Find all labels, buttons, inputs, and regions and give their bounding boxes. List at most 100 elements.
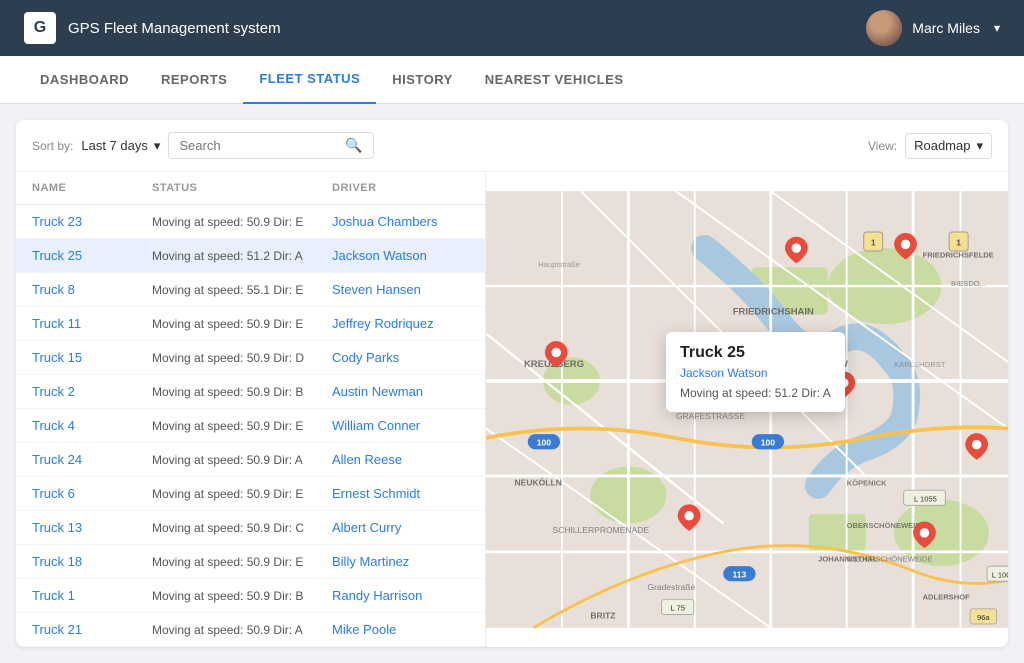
tooltip-driver-name: Jackson Watson <box>680 366 831 380</box>
sort-value: Last 7 days <box>81 138 148 153</box>
cell-truck-name: Truck 1 <box>32 588 152 603</box>
fleet-status-card: Sort by: Last 7 days ▾ 🔍 View: Roadmap ▾ <box>16 120 1008 647</box>
svg-text:FRIEDRICHSFELDE: FRIEDRICHSFELDE <box>923 251 994 260</box>
cell-driver: Albert Curry <box>332 520 469 535</box>
user-menu-chevron-icon[interactable]: ▾ <box>994 21 1000 35</box>
svg-text:L 75: L 75 <box>670 604 684 613</box>
svg-text:L 1055: L 1055 <box>914 495 937 504</box>
cell-truck-name: Truck 11 <box>32 316 152 331</box>
cell-status: Moving at speed: 50.9 Dir: A <box>152 623 332 637</box>
nav-item-history[interactable]: HISTORY <box>376 56 469 104</box>
svg-text:113: 113 <box>733 569 747 579</box>
nav-item-fleet-status[interactable]: FLEET STATUS <box>243 56 376 104</box>
nav-item-nearest-vehicles[interactable]: NEAREST VEHICLES <box>469 56 640 104</box>
cell-status: Moving at speed: 50.9 Dir: B <box>152 385 332 399</box>
app-title: GPS Fleet Management system <box>68 20 281 37</box>
sort-label: Sort by: <box>32 139 73 153</box>
table-row[interactable]: Truck 4 Moving at speed: 50.9 Dir: E Wil… <box>16 409 485 443</box>
cell-driver: William Conner <box>332 418 469 433</box>
cell-status: Moving at speed: 55.1 Dir: E <box>152 283 332 297</box>
svg-text:1: 1 <box>871 237 876 247</box>
cell-truck-name: Truck 8 <box>32 282 152 297</box>
avatar <box>866 10 902 46</box>
tooltip-status: Moving at speed: 51.2 Dir: A <box>680 386 831 400</box>
cell-truck-name: Truck 24 <box>32 452 152 467</box>
header: G GPS Fleet Management system Marc Miles… <box>0 0 1024 56</box>
svg-text:KÖPENICK: KÖPENICK <box>847 478 888 487</box>
header-left: G GPS Fleet Management system <box>24 12 281 44</box>
svg-text:NEUKÖLLN: NEUKÖLLN <box>514 477 561 487</box>
table-body: Truck 23 Moving at speed: 50.9 Dir: E Jo… <box>16 205 485 647</box>
table-row[interactable]: Truck 11 Moving at speed: 50.9 Dir: E Je… <box>16 307 485 341</box>
table-row[interactable]: Truck 21 Moving at speed: 50.9 Dir: A Mi… <box>16 613 485 647</box>
cell-status: Moving at speed: 51.2 Dir: A <box>152 249 332 263</box>
cell-driver: Joshua Chambers <box>332 214 469 229</box>
svg-text:SCHILLERPROMENADE: SCHILLERPROMENADE <box>552 525 649 535</box>
table-row[interactable]: Truck 2 Moving at speed: 50.9 Dir: B Aus… <box>16 375 485 409</box>
cell-driver: Steven Hansen <box>332 282 469 297</box>
cell-truck-name: Truck 6 <box>32 486 152 501</box>
cell-driver: Randy Harrison <box>332 588 469 603</box>
table-row[interactable]: Truck 23 Moving at speed: 50.9 Dir: E Jo… <box>16 205 485 239</box>
table-row[interactable]: Truck 15 Moving at speed: 50.9 Dir: D Co… <box>16 341 485 375</box>
cell-driver: Jeffrey Rodriquez <box>332 316 469 331</box>
main-content: Sort by: Last 7 days ▾ 🔍 View: Roadmap ▾ <box>0 104 1024 663</box>
svg-text:Gradestraße: Gradestraße <box>647 582 695 592</box>
map-container[interactable]: 100 100 L 1076 L 1055 L 1000 113 <box>486 172 1008 647</box>
table-row[interactable]: Truck 24 Moving at speed: 50.9 Dir: A Al… <box>16 443 485 477</box>
cell-status: Moving at speed: 50.9 Dir: A <box>152 453 332 467</box>
map-section: 100 100 L 1076 L 1055 L 1000 113 <box>486 172 1008 647</box>
table-row[interactable]: Truck 13 Moving at speed: 50.9 Dir: C Al… <box>16 511 485 545</box>
svg-text:Hauptstraße: Hauptstraße <box>538 260 580 269</box>
cell-truck-name: Truck 13 <box>32 520 152 535</box>
toolbar-left: Sort by: Last 7 days ▾ 🔍 <box>32 132 374 159</box>
cell-status: Moving at speed: 50.9 Dir: E <box>152 555 332 569</box>
table-row[interactable]: Truck 6 Moving at speed: 50.9 Dir: E Ern… <box>16 477 485 511</box>
cell-driver: Allen Reese <box>332 452 469 467</box>
cell-status: Moving at speed: 50.9 Dir: D <box>152 351 332 365</box>
table-row[interactable]: Truck 1 Moving at speed: 50.9 Dir: B Ran… <box>16 579 485 613</box>
app-logo: G <box>24 12 56 44</box>
header-right: Marc Miles ▾ <box>866 10 1000 46</box>
table-row[interactable]: Truck 25 Moving at speed: 51.2 Dir: A Ja… <box>16 239 485 273</box>
cell-truck-name: Truck 21 <box>32 622 152 637</box>
cell-status: Moving at speed: 50.9 Dir: C <box>152 521 332 535</box>
table-row[interactable]: Truck 18 Moving at speed: 50.9 Dir: E Bi… <box>16 545 485 579</box>
tooltip-truck-name: Truck 25 <box>680 344 831 362</box>
col-header-driver: DRIVER <box>332 182 469 194</box>
svg-text:BRITZ: BRITZ <box>590 610 615 620</box>
col-header-name: NAME <box>32 182 152 194</box>
toolbar: Sort by: Last 7 days ▾ 🔍 View: Roadmap ▾ <box>16 120 1008 172</box>
user-name: Marc Miles <box>912 20 980 36</box>
cell-truck-name: Truck 25 <box>32 248 152 263</box>
search-box[interactable]: 🔍 <box>168 132 373 159</box>
svg-text:FRIEDRICHSHAIN: FRIEDRICHSHAIN <box>733 307 814 318</box>
table-header: NAME STATUS DRIVER <box>16 172 485 205</box>
cell-truck-name: Truck 4 <box>32 418 152 433</box>
svg-text:KARLSHORST: KARLSHORST <box>894 360 946 369</box>
svg-text:NIEDERSCHÖNEWEIDE: NIEDERSCHÖNEWEIDE <box>847 554 933 563</box>
cell-status: Moving at speed: 50.9 Dir: E <box>152 215 332 229</box>
cell-driver: Jackson Watson <box>332 248 469 263</box>
view-chevron-icon: ▾ <box>976 138 983 154</box>
cell-truck-name: Truck 23 <box>32 214 152 229</box>
search-icon: 🔍 <box>345 137 362 154</box>
cell-status: Moving at speed: 50.9 Dir: E <box>152 487 332 501</box>
nav-item-dashboard[interactable]: DASHBOARD <box>24 56 145 104</box>
cell-driver: Billy Martinez <box>332 554 469 569</box>
search-input[interactable] <box>179 138 339 153</box>
main-nav: DASHBOARD REPORTS FLEET STATUS HISTORY N… <box>0 56 1024 104</box>
sort-chevron-icon: ▾ <box>154 138 161 154</box>
table-row[interactable]: Truck 8 Moving at speed: 55.1 Dir: E Ste… <box>16 273 485 307</box>
content-area: NAME STATUS DRIVER Truck 23 Moving at sp… <box>16 172 1008 647</box>
svg-text:100: 100 <box>537 438 551 448</box>
svg-text:100: 100 <box>761 438 775 448</box>
nav-item-reports[interactable]: REPORTS <box>145 56 243 104</box>
view-select[interactable]: Roadmap ▾ <box>905 133 992 159</box>
cell-status: Moving at speed: 50.9 Dir: B <box>152 589 332 603</box>
toolbar-right: View: Roadmap ▾ <box>868 133 992 159</box>
cell-truck-name: Truck 15 <box>32 350 152 365</box>
sort-select[interactable]: Last 7 days ▾ <box>81 138 160 154</box>
svg-text:L 1000: L 1000 <box>992 570 1008 579</box>
view-value: Roadmap <box>914 138 970 153</box>
